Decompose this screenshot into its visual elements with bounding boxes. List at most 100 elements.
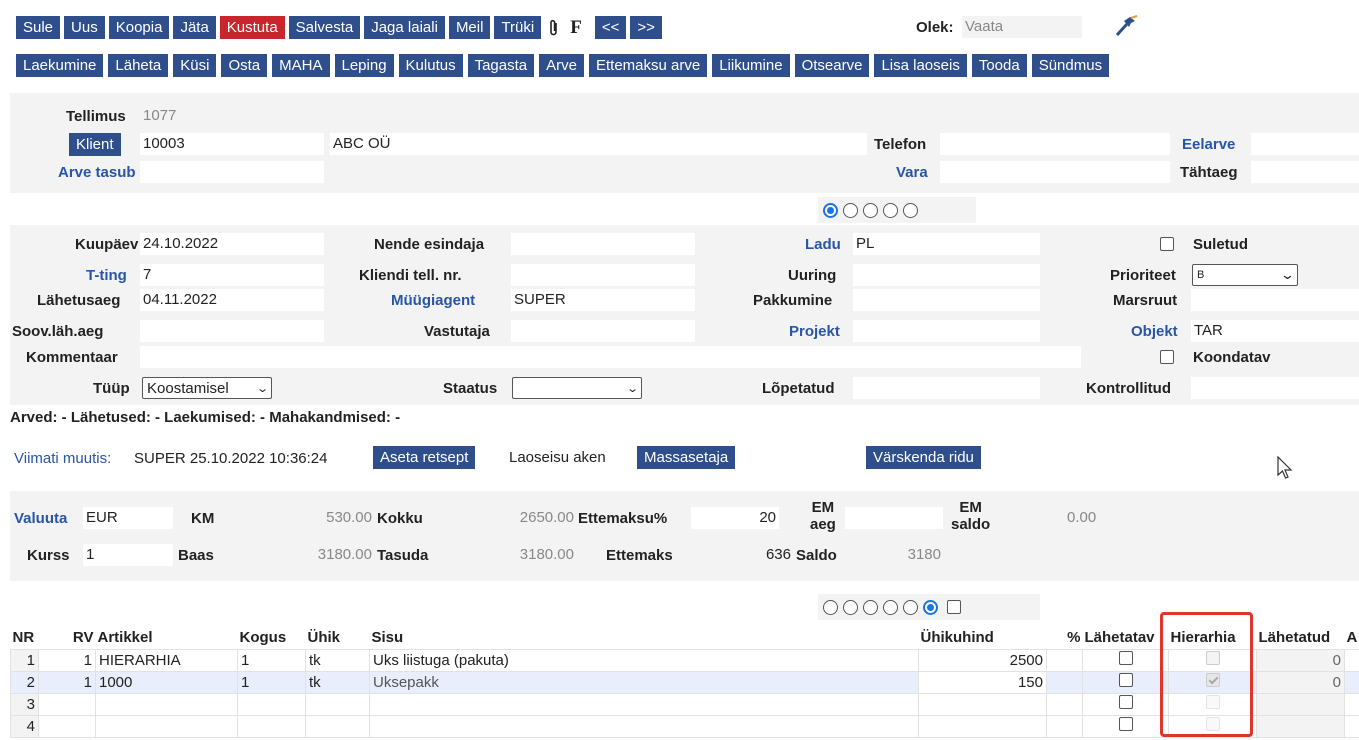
priority-select[interactable]: B ⌄ bbox=[1192, 264, 1298, 286]
order-number-field[interactable]: 1077 bbox=[140, 105, 324, 127]
client-name-field[interactable]: ABC OÜ bbox=[330, 133, 867, 155]
deadline-field[interactable] bbox=[1251, 161, 1359, 183]
hammer-icon[interactable] bbox=[1113, 15, 1139, 41]
their-rep-field[interactable] bbox=[511, 233, 695, 255]
writeoff-button[interactable]: MAHA bbox=[272, 54, 330, 77]
checked-field[interactable] bbox=[1191, 377, 1359, 399]
row-quantity[interactable] bbox=[237, 692, 306, 716]
to-pay-field[interactable]: 3180.00 bbox=[432, 544, 577, 566]
status-select[interactable]: ⌄ bbox=[512, 377, 642, 399]
responsible-field[interactable] bbox=[511, 320, 695, 342]
delete-button[interactable]: Kustuta bbox=[219, 16, 285, 39]
row-unit-price[interactable] bbox=[918, 714, 1047, 738]
produce-button[interactable]: Tooda bbox=[971, 54, 1027, 77]
header-tab-4[interactable] bbox=[883, 202, 898, 218]
paperclip-icon[interactable] bbox=[545, 16, 563, 39]
row-unit[interactable] bbox=[305, 692, 370, 716]
em-balance-field[interactable]: 0.00 bbox=[1064, 507, 1154, 529]
row-rv[interactable] bbox=[38, 714, 96, 738]
col-nr[interactable]: NR bbox=[11, 627, 39, 649]
rate-field[interactable]: 1 bbox=[83, 544, 173, 566]
header-tab-5[interactable] bbox=[903, 202, 918, 218]
row-discount[interactable] bbox=[1046, 692, 1083, 716]
status-field[interactable]: Vaata bbox=[962, 16, 1082, 38]
row-description[interactable] bbox=[369, 714, 919, 738]
table-row[interactable]: 4 bbox=[10, 714, 1359, 738]
table-row[interactable]: 3 bbox=[10, 692, 1359, 716]
table-row[interactable]: 1 1 HIERARHIA 1 tk Uks liistuga (pakuta)… bbox=[10, 648, 1359, 672]
prev-record-button[interactable]: << bbox=[594, 16, 627, 39]
client-button[interactable]: Klient bbox=[69, 133, 121, 156]
warehouse-field[interactable]: PL bbox=[853, 233, 1040, 255]
copy-button[interactable]: Koopia bbox=[108, 16, 170, 39]
project-label[interactable]: Projekt bbox=[789, 323, 840, 340]
payer-name-field[interactable] bbox=[330, 161, 867, 183]
rows-tab-6[interactable] bbox=[923, 599, 938, 615]
row-to-dispatch-checkbox[interactable] bbox=[1118, 673, 1133, 687]
client-order-nr-field[interactable] bbox=[511, 264, 695, 286]
col-rv[interactable]: RV bbox=[39, 627, 96, 649]
row-discount[interactable] bbox=[1046, 714, 1083, 738]
client-code-field[interactable]: 10003 bbox=[140, 133, 324, 155]
desired-dispatch-field[interactable] bbox=[140, 320, 324, 342]
row-article[interactable] bbox=[95, 714, 238, 738]
rows-tab-1[interactable] bbox=[823, 599, 838, 615]
budget-label[interactable]: Eelarve bbox=[1182, 136, 1235, 153]
prepayment-invoice-button[interactable]: Ettemaksu arve bbox=[588, 54, 708, 77]
phone-field[interactable] bbox=[940, 133, 1170, 155]
col-unit[interactable]: Ühik bbox=[306, 627, 370, 649]
currency-label[interactable]: Valuuta bbox=[14, 510, 67, 527]
row-description[interactable]: Uks liistuga (pakuta) bbox=[369, 648, 919, 672]
row-unit-price[interactable]: 2500 bbox=[918, 648, 1047, 672]
sales-agent-field[interactable]: SUPER bbox=[511, 289, 695, 311]
col-hierarchy[interactable]: Hierarhia bbox=[1169, 627, 1257, 649]
row-description[interactable]: Uksepakk bbox=[369, 670, 919, 694]
insert-recipe-button[interactable]: Aseta retsept bbox=[373, 446, 476, 469]
currency-field[interactable]: EUR bbox=[83, 507, 173, 529]
rows-tab-2[interactable] bbox=[843, 599, 858, 615]
row-article[interactable]: HIERARHIA bbox=[95, 648, 238, 672]
row-discount[interactable] bbox=[1046, 670, 1083, 694]
event-button[interactable]: Sündmus bbox=[1031, 54, 1110, 77]
row-quantity[interactable]: 1 bbox=[237, 648, 306, 672]
discard-button[interactable]: Jäta bbox=[173, 16, 216, 39]
dispatch-time-field[interactable]: 04.11.2022 bbox=[140, 289, 324, 311]
row-unit-price[interactable]: 150 bbox=[918, 670, 1047, 694]
mass-setter-button[interactable]: Massasetaja bbox=[637, 446, 736, 469]
budget-field[interactable] bbox=[1251, 133, 1359, 155]
row-unit-price[interactable] bbox=[918, 692, 1047, 716]
row-rv[interactable]: 1 bbox=[38, 648, 96, 672]
col-dispatched[interactable]: Lähetatud bbox=[1257, 627, 1345, 649]
print-button[interactable]: Trüki bbox=[494, 16, 542, 39]
project-field[interactable] bbox=[853, 320, 1040, 342]
header-tab-1[interactable] bbox=[823, 202, 838, 218]
table-row[interactable]: 2 1 1000 1 tk Uksepakk 150 0 bbox=[10, 670, 1359, 694]
finished-field[interactable] bbox=[853, 377, 1040, 399]
rows-tab-5[interactable] bbox=[903, 599, 918, 615]
em-date-field[interactable] bbox=[845, 507, 943, 529]
col-description[interactable]: Sisu bbox=[370, 627, 919, 649]
f-button[interactable]: F bbox=[567, 16, 585, 39]
mail-button[interactable]: Meil bbox=[448, 16, 491, 39]
payer-label[interactable]: Arve tasub bbox=[58, 164, 136, 181]
row-unit[interactable]: tk bbox=[305, 648, 370, 672]
row-article[interactable]: 1000 bbox=[95, 670, 238, 694]
row-discount[interactable] bbox=[1046, 648, 1083, 672]
close-button[interactable]: Sule bbox=[16, 16, 61, 39]
next-record-button[interactable]: >> bbox=[630, 16, 662, 39]
asset-field[interactable] bbox=[940, 161, 1170, 183]
stock-window-button[interactable]: Laoseisu aken bbox=[504, 446, 611, 469]
rows-tab-4[interactable] bbox=[883, 599, 898, 615]
route-field[interactable] bbox=[1191, 289, 1359, 311]
payment-button[interactable]: Laekumine bbox=[16, 54, 104, 77]
row-article[interactable] bbox=[95, 692, 238, 716]
consolidate-checkbox[interactable] bbox=[1160, 350, 1174, 364]
row-to-dispatch-checkbox[interactable] bbox=[1118, 651, 1133, 665]
col-quantity[interactable]: Kogus bbox=[238, 627, 306, 649]
row-to-dispatch-checkbox[interactable] bbox=[1118, 717, 1133, 731]
row-to-dispatch-checkbox[interactable] bbox=[1118, 695, 1133, 709]
save-button[interactable]: Salvesta bbox=[288, 16, 361, 39]
asset-label[interactable]: Vara bbox=[896, 164, 928, 181]
object-field[interactable]: TAR bbox=[1191, 320, 1359, 342]
col-article[interactable]: Artikkel bbox=[96, 627, 238, 649]
